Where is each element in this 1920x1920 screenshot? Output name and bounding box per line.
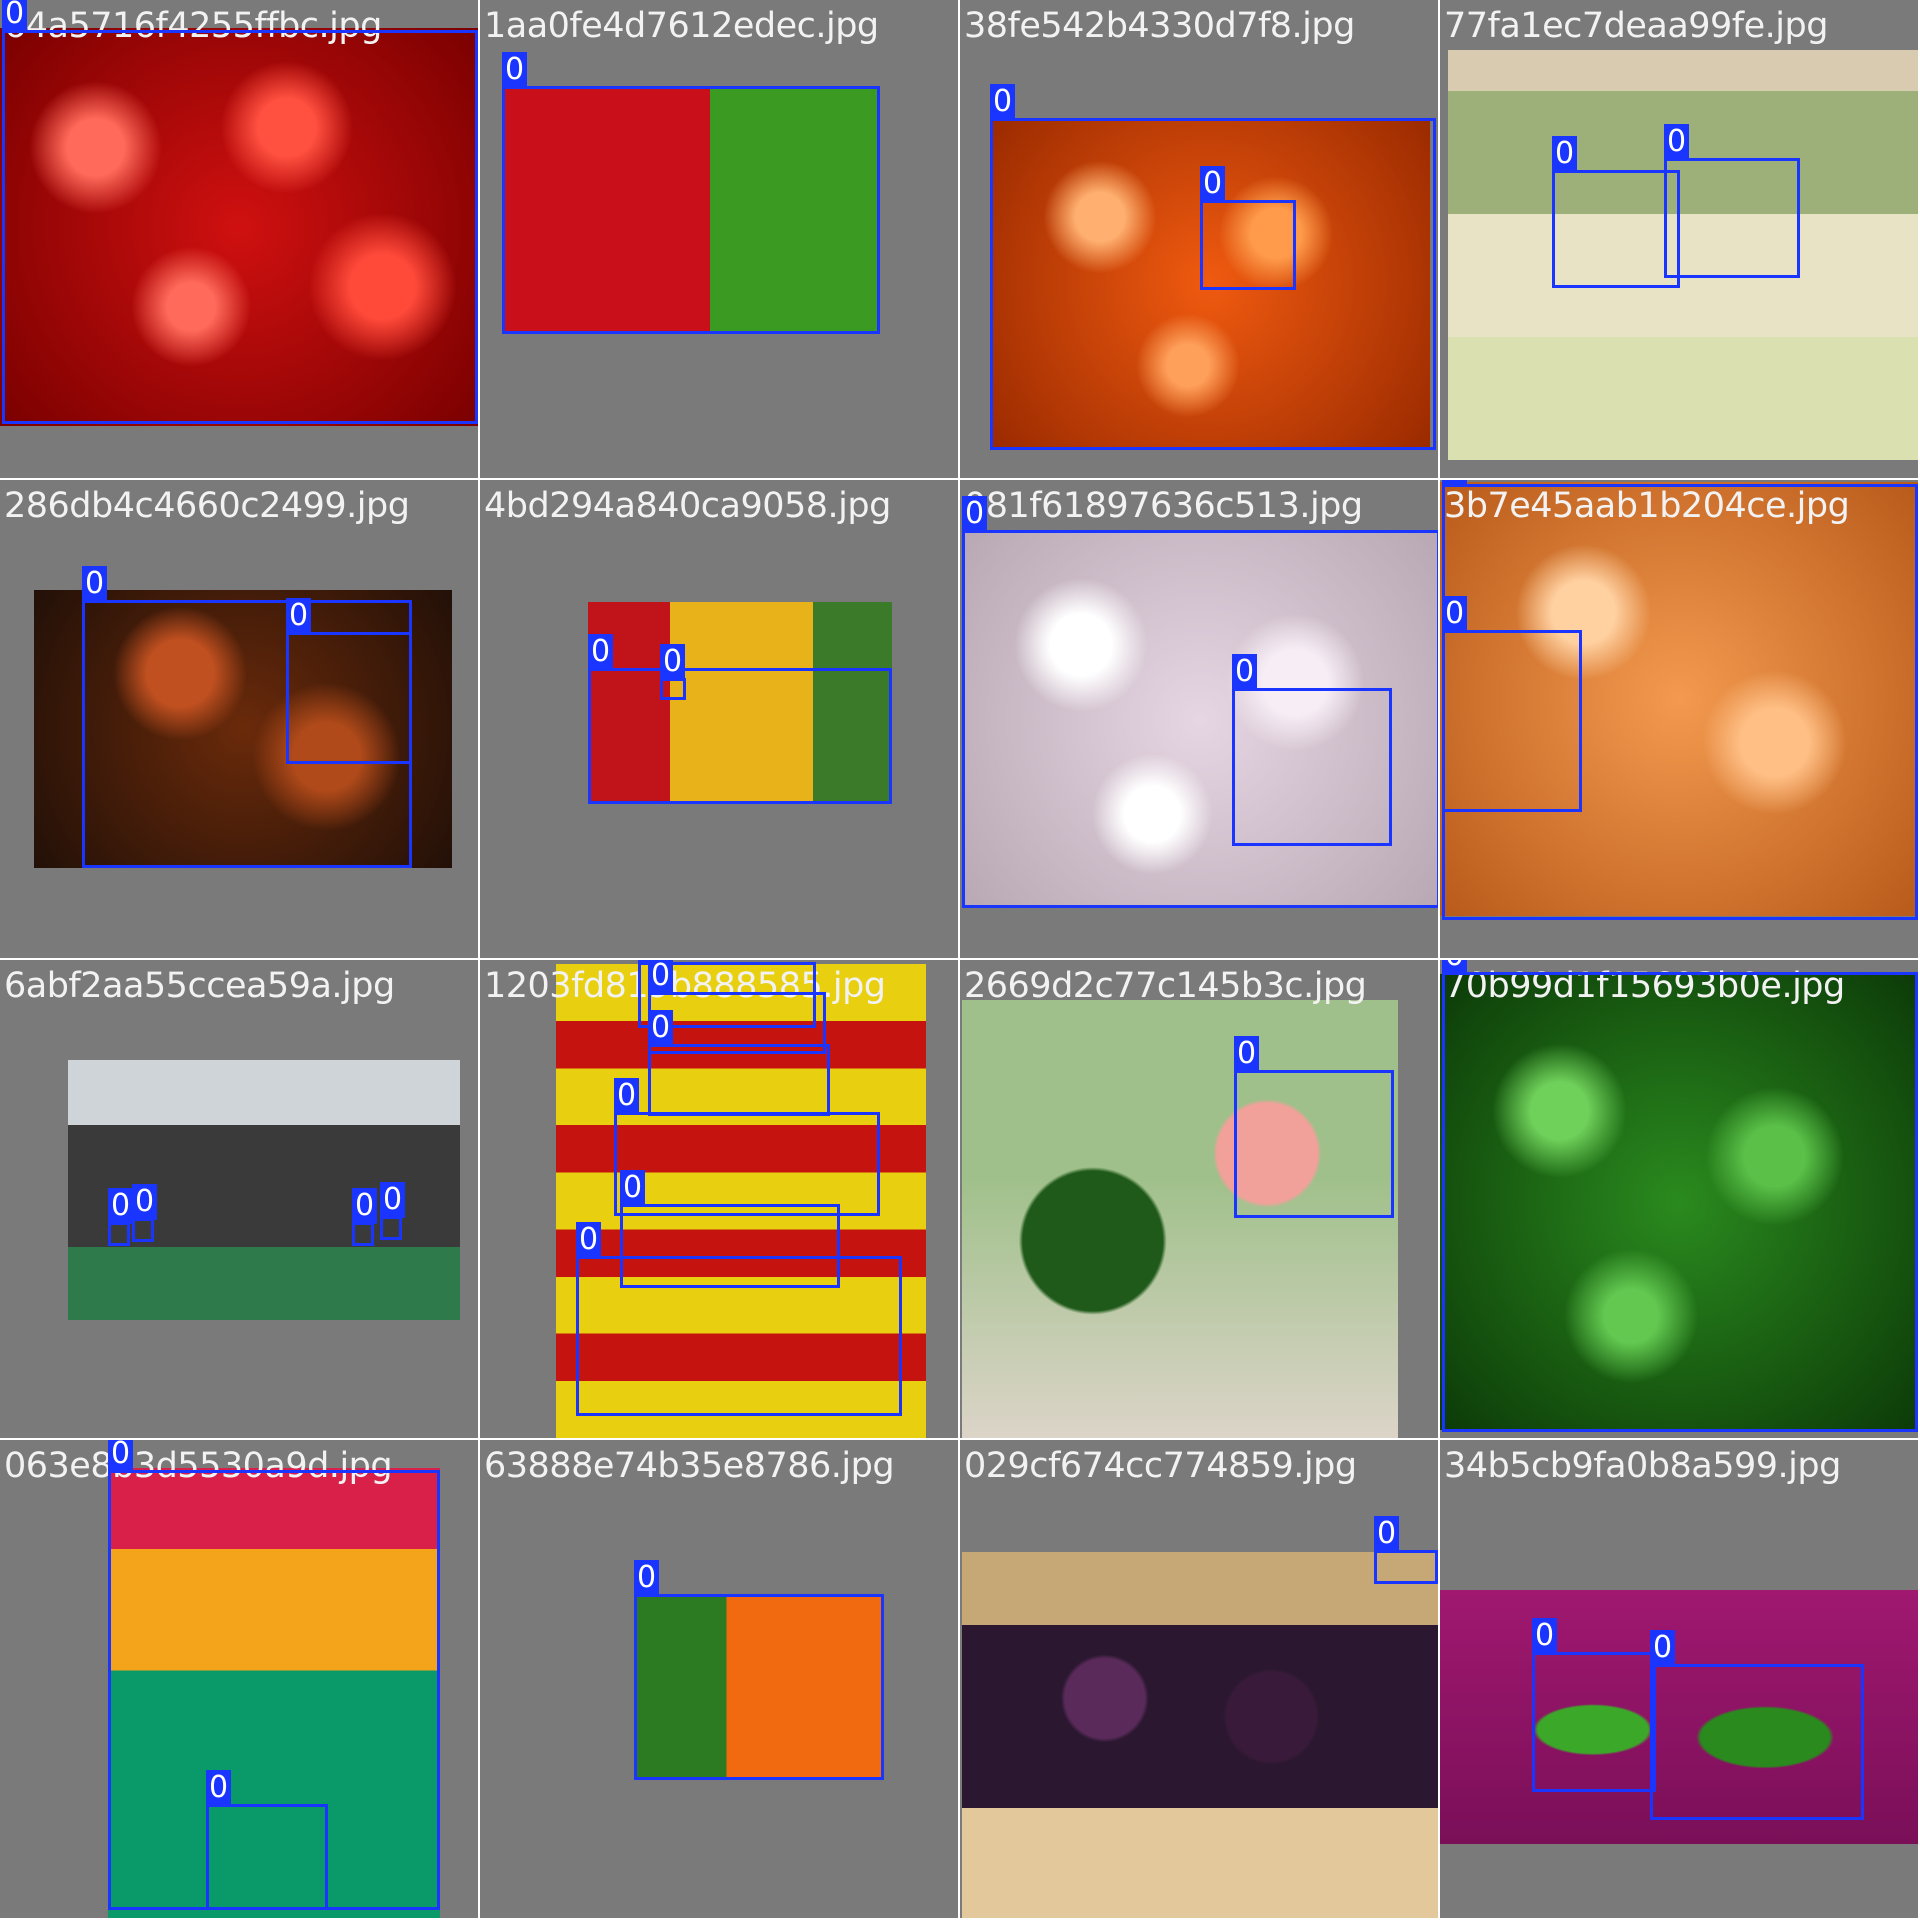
bbox-label: 0 <box>648 960 674 994</box>
bbox-label: 0 <box>620 1170 646 1206</box>
bbox: 0 <box>2 0 478 424</box>
bbox: 0 <box>648 1010 830 1116</box>
bbox-label: 0 <box>1650 1630 1676 1666</box>
bbox-label: 0 <box>648 1010 674 1046</box>
bbox-label: 0 <box>502 52 528 88</box>
tile-filename: 2669d2c77c145b3c.jpg <box>964 966 1367 1006</box>
bbox-label: 0 <box>206 1770 232 1806</box>
tile-7: 081f61897636c513.jpg 0 0 <box>960 480 1438 958</box>
tile-filename: 029cf674cc774859.jpg <box>964 1446 1357 1486</box>
bbox-label: 0 <box>1232 654 1258 690</box>
bbox-label: 0 <box>634 1560 660 1596</box>
tile-2: 1aa0fe4d7612edec.jpg 0 <box>480 0 958 478</box>
bbox-label: 0 <box>352 1188 378 1224</box>
bbox: 0 <box>108 1188 134 1246</box>
tile-filename: 286db4c4660c2499.jpg <box>4 486 410 526</box>
tile-12: 70b99d1f15693b0e.jpg 0 <box>1440 960 1918 1438</box>
photo <box>962 1000 1398 1438</box>
bbox-label: 0 <box>1200 166 1226 202</box>
bbox: 0 <box>206 1770 328 1910</box>
bbox-label: 0 <box>1374 1516 1400 1552</box>
bbox-label: 0 <box>1442 960 1468 974</box>
bbox: 0 <box>660 644 686 700</box>
tile-6: 4bd294a840ca9058.jpg 0 0 <box>480 480 958 958</box>
bbox: 0 <box>380 1182 406 1240</box>
tile-3: 38fe542b4330d7f8.jpg 0 0 <box>960 0 1438 478</box>
bbox-label: 0 <box>1442 480 1468 486</box>
bbox: 0 <box>1664 124 1800 278</box>
tile-13: 063e8b3d5530a9d.jpg 0 0 <box>0 1440 478 1918</box>
tile-15: 029cf674cc774859.jpg 0 <box>960 1440 1438 1918</box>
bbox-label: 0 <box>108 1440 134 1472</box>
bbox: 0 <box>1532 1618 1656 1792</box>
bbox-label: 0 <box>962 496 988 532</box>
bbox: 0 <box>352 1188 378 1246</box>
bbox-label: 0 <box>660 644 686 680</box>
tile-filename: 77fa1ec7deaa99fe.jpg <box>1444 6 1828 46</box>
tile-filename: 4bd294a840ca9058.jpg <box>484 486 891 526</box>
tile-filename: 63888e74b35e8786.jpg <box>484 1446 895 1486</box>
bbox-label: 0 <box>990 84 1016 120</box>
bbox-label: 0 <box>1552 136 1578 172</box>
tile-9: 6abf2aa55ccea59a.jpg 0 0 0 0 <box>0 960 478 1438</box>
tile-16: 34b5cb9fa0b8a599.jpg 0 0 <box>1440 1440 1918 1918</box>
bbox: 0 <box>1650 1630 1864 1820</box>
tile-14: 63888e74b35e8786.jpg 0 <box>480 1440 958 1918</box>
bbox: 0 <box>1374 1516 1438 1584</box>
bbox-label: 0 <box>286 598 312 634</box>
bbox: 0 <box>1234 1036 1394 1218</box>
tile-8: 3b7e45aab1b204ce.jpg 0 0 <box>1440 480 1918 958</box>
bbox: 0 <box>1552 136 1680 288</box>
bbox: 0 <box>502 52 880 334</box>
bbox-label: 0 <box>576 1222 602 1258</box>
bbox: 0 <box>576 1222 902 1416</box>
bbox-label: 0 <box>82 566 108 602</box>
photo <box>962 1552 1438 1918</box>
bbox-label: 0 <box>2 0 28 32</box>
bbox: 0 <box>634 1560 884 1780</box>
bbox-label: 0 <box>380 1182 406 1218</box>
bbox-label: 0 <box>132 1184 158 1220</box>
bbox-label: 0 <box>108 1188 134 1224</box>
bbox-label: 0 <box>588 634 614 670</box>
tile-filename: 081f61897636c513.jpg <box>964 486 1363 526</box>
bbox: 0 <box>1200 166 1296 290</box>
tile-4: 77fa1ec7deaa99fe.jpg 0 0 <box>1440 0 1918 478</box>
tile-filename: 38fe542b4330d7f8.jpg <box>964 6 1355 46</box>
bbox: 0 <box>286 598 412 764</box>
bbox: 0 <box>1232 654 1392 846</box>
bbox: 0 <box>132 1184 158 1242</box>
tile-11: 2669d2c77c145b3c.jpg 0 <box>960 960 1438 1438</box>
bbox-label: 0 <box>1442 596 1468 632</box>
bbox: 0 <box>588 634 892 804</box>
bbox: 0 <box>614 1078 880 1216</box>
tile-10: 1203fd819b888585.jpg 0 0 0 0 0 0 <box>480 960 958 1438</box>
tile-filename: 1aa0fe4d7612edec.jpg <box>484 6 879 46</box>
bbox-label: 0 <box>614 1078 640 1114</box>
image-grid: 64a5716f4255ffbc.jpg 0 1aa0fe4d7612edec.… <box>0 0 1920 1920</box>
tile-filename: 6abf2aa55ccea59a.jpg <box>4 966 395 1006</box>
tile-5: 286db4c4660c2499.jpg 0 0 <box>0 480 478 958</box>
bbox: 0 <box>1442 960 1918 1432</box>
bbox-label: 0 <box>1664 124 1690 160</box>
bbox: 0 <box>1442 596 1582 812</box>
tile-filename: 34b5cb9fa0b8a599.jpg <box>1444 1446 1841 1486</box>
tile-1: 64a5716f4255ffbc.jpg 0 <box>0 0 478 478</box>
bbox-label: 0 <box>1234 1036 1260 1072</box>
bbox-label: 0 <box>1532 1618 1558 1654</box>
